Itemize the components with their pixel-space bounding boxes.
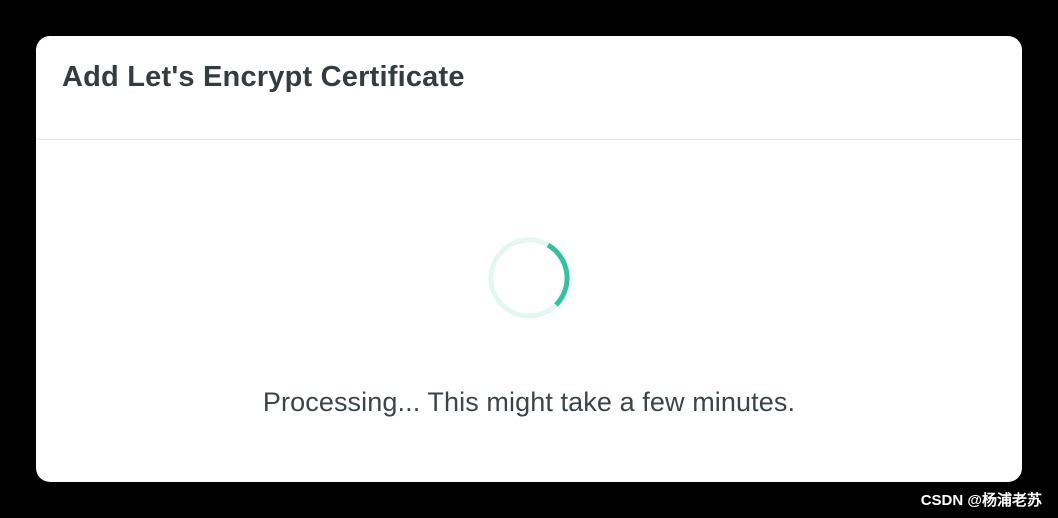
modal-header: Add Let's Encrypt Certificate (36, 36, 1022, 140)
modal-body: Processing... This might take a few minu… (36, 140, 1022, 482)
loading-spinner-icon (488, 237, 570, 319)
processing-message: Processing... This might take a few minu… (262, 387, 796, 417)
certificate-modal: Add Let's Encrypt Certificate Processing… (36, 36, 1022, 482)
spinner-arc (546, 242, 570, 307)
watermark: CSDN @杨浦老苏 (920, 492, 1042, 509)
modal-title: Add Let's Encrypt Certificate (62, 61, 465, 93)
